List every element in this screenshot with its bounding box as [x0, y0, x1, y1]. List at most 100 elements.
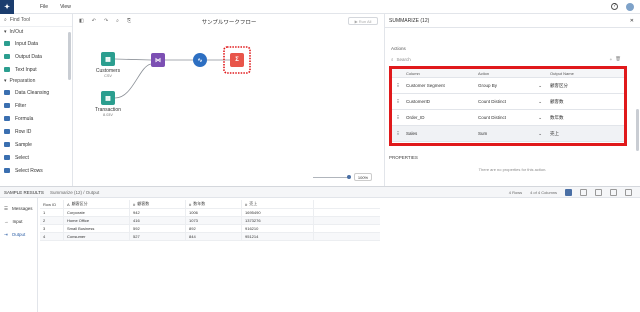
- grid-cell: Small Business: [64, 225, 130, 232]
- number-type-icon: #: [189, 201, 192, 207]
- grid-row[interactable]: 3 Small Business 592 892 916210: [40, 225, 380, 233]
- zoom-slider[interactable]: [313, 177, 348, 178]
- grid-header-cell[interactable]: A 顧客区分: [64, 200, 130, 208]
- top-bar: ✦ File View ?: [0, 0, 640, 14]
- grid-row[interactable]: 1 Corporate 942 1006 1695490: [40, 209, 380, 217]
- delete-icon[interactable]: 🗑: [615, 56, 621, 62]
- results-toolbar: 4 Rows 4 of 4 Columns: [509, 188, 640, 196]
- results-breadcrumb: Summarize (12) / Output: [49, 189, 100, 195]
- grid-header-cell[interactable]: Row ID: [40, 200, 64, 208]
- columns-count[interactable]: 4 of 4 Columns: [530, 190, 557, 195]
- search-placeholder: Search: [396, 56, 411, 62]
- tool-sample[interactable]: Sample: [0, 138, 72, 151]
- summarize-node-icon[interactable]: Σ: [230, 53, 244, 67]
- zoom-level[interactable]: 100%: [354, 173, 372, 181]
- chart-view-icon[interactable]: [580, 188, 587, 196]
- tool-row-id[interactable]: Row ID: [0, 125, 72, 138]
- table-view-icon[interactable]: [595, 188, 602, 196]
- select-rows-icon: [4, 168, 10, 173]
- section-label: In/Out: [9, 29, 24, 35]
- workflow-canvas[interactable]: ◧ ↶ ↷ ⌕ ⎘ サンプルワークフロー ▶ Run All ▦ Custome…: [73, 14, 385, 186]
- messages-icon: ☰: [4, 205, 9, 211]
- tab-output[interactable]: ⇥ Output: [0, 228, 37, 241]
- grid-header-cell[interactable]: # 売上: [242, 200, 314, 208]
- tab-label: Input: [12, 219, 23, 224]
- grid-cell: 916210: [242, 225, 314, 232]
- number-type-icon: #: [133, 201, 136, 207]
- menu-view[interactable]: View: [60, 4, 71, 10]
- grid-cell: 951214: [242, 233, 314, 240]
- tool-label: Output Data: [15, 53, 42, 60]
- grid-cell: Home Office: [64, 217, 130, 224]
- select-icon: [4, 155, 10, 160]
- avatar[interactable]: [626, 2, 634, 11]
- expand-icon[interactable]: [625, 188, 632, 196]
- tool-label: Select Rows: [15, 167, 43, 174]
- tool-input-data[interactable]: Input Data: [0, 37, 72, 50]
- output-icon: ⇥: [4, 231, 8, 237]
- grid-cell: 844: [186, 233, 242, 240]
- formula-node-icon[interactable]: ∿: [193, 53, 207, 67]
- tool-palette-scrollbar[interactable]: [68, 32, 71, 80]
- grid-header-label: 売上: [249, 201, 258, 206]
- grid-cell: 527: [130, 233, 186, 240]
- tool-output-data[interactable]: Output Data: [0, 50, 72, 63]
- grid-view-icon[interactable]: [565, 188, 572, 196]
- tool-text-input[interactable]: Text Input: [0, 63, 72, 76]
- close-icon[interactable]: ✕: [630, 18, 634, 24]
- grid-row[interactable]: 2 Home Office 416 1073 1373276: [40, 217, 380, 225]
- main-menu: File View: [40, 4, 71, 10]
- properties-title: PROPERTIES: [389, 155, 418, 160]
- filter-icon: [4, 103, 10, 108]
- number-type-icon: #: [245, 201, 248, 207]
- export-icon[interactable]: [610, 188, 617, 196]
- panel-title: SUMMARIZE (12): [389, 17, 430, 24]
- transaction-node-icon[interactable]: ▦: [101, 91, 115, 105]
- input-data-icon: [4, 41, 10, 46]
- grid-header-label: 数年数: [193, 201, 206, 206]
- tab-input[interactable]: → Input: [0, 215, 37, 228]
- tool-select-rows[interactable]: Select Rows: [0, 164, 72, 177]
- tool-label: Row ID: [15, 128, 32, 135]
- grid-cell: 892: [186, 225, 242, 232]
- grid-cell: Consumer: [64, 233, 130, 240]
- results-grid: Row ID A 顧客区分 # 顧客数 # 数年数 # 売上 1 Corporate 9…: [40, 200, 380, 241]
- tab-messages[interactable]: ☰ Messages: [0, 202, 37, 215]
- grid-row[interactable]: 4 Consumer 527 844 951214: [40, 233, 380, 241]
- section-in-out[interactable]: ▾ In/Out: [0, 27, 72, 37]
- grid-header-row: Row ID A 顧客区分 # 顧客数 # 数年数 # 売上: [40, 200, 380, 209]
- results-bar: SAMPLE RESULTS Summarize (12) / Output 4…: [0, 186, 640, 198]
- panel-scrollbar[interactable]: [636, 109, 639, 151]
- add-icon[interactable]: +: [610, 57, 613, 62]
- actions-search-input[interactable]: ⌕ Search + 🗑: [391, 55, 621, 63]
- tool-label: Formula: [15, 115, 34, 122]
- zoom-slider-knob[interactable]: [347, 175, 351, 179]
- chevron-down-icon: ▾: [4, 29, 7, 35]
- data-cleansing-icon: [4, 90, 10, 95]
- output-data-icon: [4, 54, 10, 59]
- grid-header-cell[interactable]: # 顧客数: [130, 200, 186, 208]
- find-tool-input[interactable]: ⌕ Find Tool: [0, 14, 72, 27]
- tool-label: Data Cleansing: [15, 89, 50, 96]
- results-tabs: ☰ Messages → Input ⇥ Output: [0, 198, 38, 312]
- topbar-right: ?: [611, 2, 640, 11]
- input-icon: →: [4, 219, 9, 224]
- join-node-icon[interactable]: ⋈: [151, 53, 165, 67]
- app-window: ✦ File View ? ⌕ Find Tool ▾ In/Out Input…: [0, 0, 640, 312]
- grid-cell: 1: [40, 209, 64, 216]
- find-tool-placeholder: Find Tool: [9, 17, 31, 23]
- grid-cell: 1006: [186, 209, 242, 216]
- section-preparation[interactable]: ▾ Preparation: [0, 76, 72, 86]
- tool-filter[interactable]: Filter: [0, 99, 72, 112]
- customers-node-icon[interactable]: ▦: [101, 52, 115, 66]
- help-icon[interactable]: ?: [611, 3, 618, 10]
- workflow-connections: [114, 46, 251, 99]
- grid-header-cell[interactable]: # 数年数: [186, 200, 242, 208]
- menu-file[interactable]: File: [40, 4, 48, 10]
- tool-select[interactable]: Select: [0, 151, 72, 164]
- section-label: Preparation: [9, 78, 36, 84]
- tool-formula[interactable]: Formula: [0, 112, 72, 125]
- grid-cell: 1695490: [242, 209, 314, 216]
- chevron-down-icon: ▾: [4, 78, 7, 84]
- tool-data-cleansing[interactable]: Data Cleansing: [0, 86, 72, 99]
